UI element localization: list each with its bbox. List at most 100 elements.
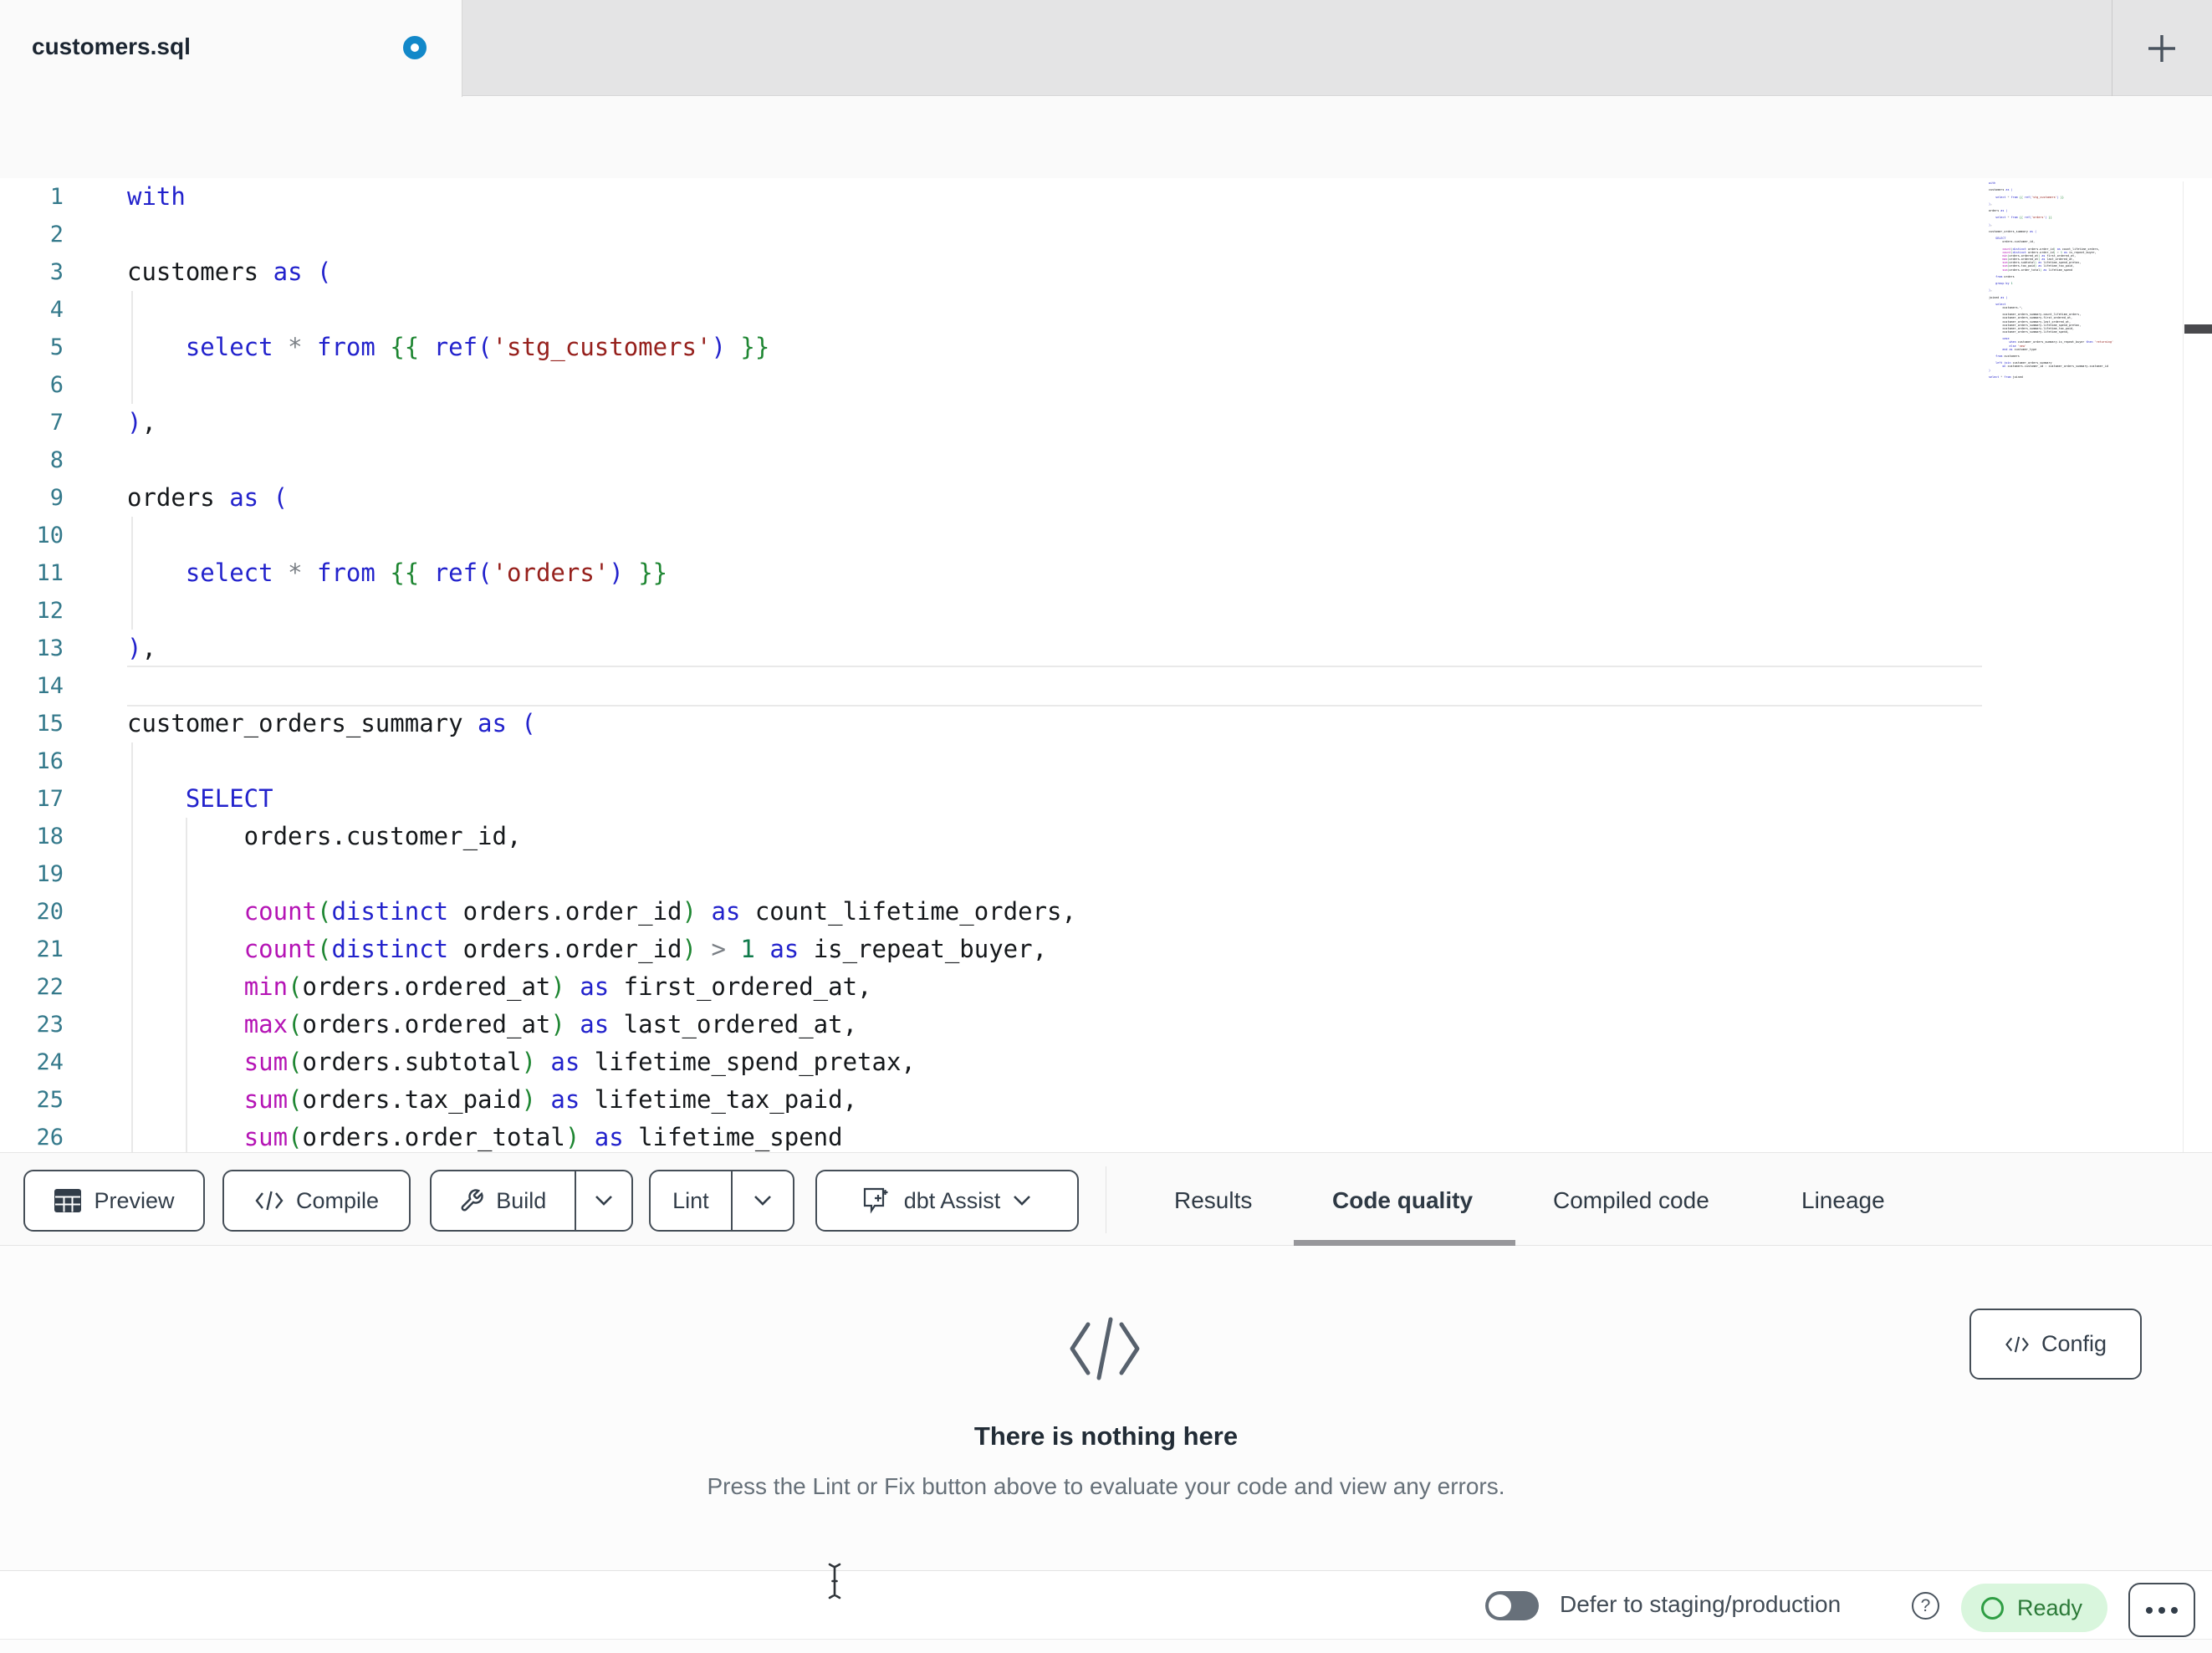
code-line: 23 max(orders.ordered_at) as last_ordere…: [0, 1006, 2212, 1043]
table-icon: [54, 1189, 82, 1212]
help-icon[interactable]: ?: [1912, 1592, 1939, 1620]
code-icon: [255, 1191, 284, 1211]
build-dropdown-button[interactable]: [574, 1171, 631, 1230]
line-number: 19: [36, 861, 64, 887]
indent-guide: [186, 818, 187, 1152]
compile-button[interactable]: Compile: [222, 1170, 411, 1232]
line-number: 21: [36, 936, 64, 962]
line-number: 18: [36, 824, 64, 849]
ready-circle-icon: [1981, 1596, 2004, 1620]
preview-label: Preview: [94, 1187, 175, 1213]
status-bar: [0, 1570, 2212, 1639]
line-number: 9: [49, 485, 64, 511]
code-line: 16: [0, 742, 2212, 780]
code-line: 11 select * from {{ ref('orders') }}: [0, 554, 2212, 592]
lint-button[interactable]: Lint: [651, 1171, 731, 1230]
defer-label: Defer to staging/production: [1560, 1591, 1842, 1617]
build-split-button: Build: [430, 1170, 633, 1232]
config-button[interactable]: Config: [1969, 1309, 2142, 1380]
line-number: 8: [49, 447, 64, 473]
code-line-text: max(orders.ordered_at) as last_ordered_a…: [243, 1010, 858, 1038]
code-line-text: select * from {{ ref('orders') }}: [185, 559, 668, 587]
line-number: 26: [36, 1125, 64, 1150]
code-line: 10: [0, 517, 2212, 554]
line-number: 6: [49, 372, 64, 398]
code-line: 13),: [0, 630, 2212, 667]
help-glyph: ?: [1920, 1595, 1931, 1615]
bottom-strip: [0, 1639, 2212, 1653]
line-number: 23: [36, 1012, 64, 1038]
line-number: 5: [49, 334, 64, 360]
tab-compiled-code[interactable]: Compiled code: [1553, 1187, 1709, 1214]
code-line: 6: [0, 366, 2212, 404]
code-line: 8: [0, 441, 2212, 479]
line-number: 1: [49, 184, 64, 210]
code-editor[interactable]: 1 with 2 3 customers as ( 4 5 select * from {{…: [0, 178, 2212, 1152]
tab-customers-sql[interactable]: customers.sql: [0, 0, 462, 97]
editor-tab-bar: customers.sql: [0, 0, 2212, 97]
code-line: 3 customers as (: [0, 253, 2212, 291]
line-number: 17: [36, 786, 64, 812]
file-header-row: models › marts › customers.sql Save: [0, 97, 2212, 270]
code-line-text: sum(orders.subtotal) as lifetime_spend_p…: [243, 1048, 916, 1076]
code-line: 18 orders.customer_id,: [0, 818, 2212, 855]
code-line: 14: [0, 667, 2212, 705]
preview-button[interactable]: Preview: [23, 1170, 205, 1232]
ellipsis-icon: [2146, 1606, 2153, 1614]
scrollbar-thumb[interactable]: [2184, 324, 2212, 334]
dbt-assist-button[interactable]: dbt Assist: [815, 1170, 1079, 1232]
line-number: 24: [36, 1049, 64, 1075]
config-label: Config: [2041, 1331, 2107, 1356]
code-line: 21 count(distinct orders.order_id) > 1 a…: [0, 931, 2212, 968]
indent-guide: [131, 291, 133, 404]
code-line-text: with: [127, 182, 186, 211]
code-line-text: sum(orders.tax_paid) as lifetime_tax_pai…: [243, 1085, 858, 1114]
lint-label: Lint: [672, 1187, 709, 1213]
code-line: 22 min(orders.ordered_at) as first_order…: [0, 968, 2212, 1006]
code-line: 9 orders as (: [0, 479, 2212, 517]
code-line-text: [127, 667, 1982, 705]
tab-results[interactable]: Results: [1174, 1187, 1252, 1214]
line-number: 3: [49, 259, 64, 285]
tab-title: customers.sql: [32, 33, 191, 59]
line-number: 11: [36, 560, 64, 586]
chevron-down-icon: [1014, 1196, 1031, 1206]
tab-lineage[interactable]: Lineage: [1801, 1187, 1885, 1214]
plus-icon: [2148, 35, 2175, 62]
lint-split-button: Lint: [649, 1170, 794, 1232]
lint-dropdown-button[interactable]: [730, 1171, 793, 1230]
active-tab-underline: [1294, 1240, 1515, 1246]
tab-code-quality[interactable]: Code quality: [1332, 1187, 1473, 1214]
minimap[interactable]: with customers as ( select * from {{ ref(…: [1989, 181, 2123, 382]
empty-state-title: There is nothing here: [973, 1421, 1239, 1451]
code-line-text: select * from {{ ref('stg_customers') }}: [185, 333, 770, 361]
chevron-down-icon: [595, 1196, 612, 1206]
code-line-text: count(distinct orders.order_id) > 1 as i…: [243, 935, 1048, 963]
ready-label: Ready: [2017, 1594, 2083, 1620]
code-line-text: min(orders.ordered_at) as first_ordered_…: [243, 972, 872, 1001]
code-line-text: ),: [127, 634, 156, 662]
defer-toggle[interactable]: [1485, 1591, 1539, 1620]
dbt-ide-window: customers.sql models › marts › customers…: [0, 0, 2212, 1653]
code-line-text: customer_orders_summary as (: [127, 709, 536, 737]
line-number: 2: [49, 222, 64, 247]
code-line: 15 customer_orders_summary as (: [0, 705, 2212, 742]
line-number: 4: [49, 297, 64, 323]
code-icon: [2005, 1336, 2029, 1352]
compile-label: Compile: [295, 1187, 380, 1213]
code-line: 19: [0, 855, 2212, 893]
line-number: 14: [36, 673, 64, 699]
code-line-text: count(distinct orders.order_id) as count…: [243, 897, 1076, 926]
line-number: 22: [36, 974, 64, 1000]
more-options-button[interactable]: [2128, 1583, 2195, 1637]
new-tab-button[interactable]: [2132, 18, 2192, 79]
indent-guide: [131, 742, 133, 1152]
indent-guide: [131, 517, 133, 630]
build-label: Build: [496, 1187, 547, 1213]
line-number: 13: [36, 635, 64, 661]
build-button[interactable]: Build: [432, 1171, 575, 1230]
line-number: 15: [36, 711, 64, 737]
code-line: 12: [0, 592, 2212, 630]
line-number: 16: [36, 748, 64, 774]
status-badge: Ready: [1961, 1584, 2107, 1632]
